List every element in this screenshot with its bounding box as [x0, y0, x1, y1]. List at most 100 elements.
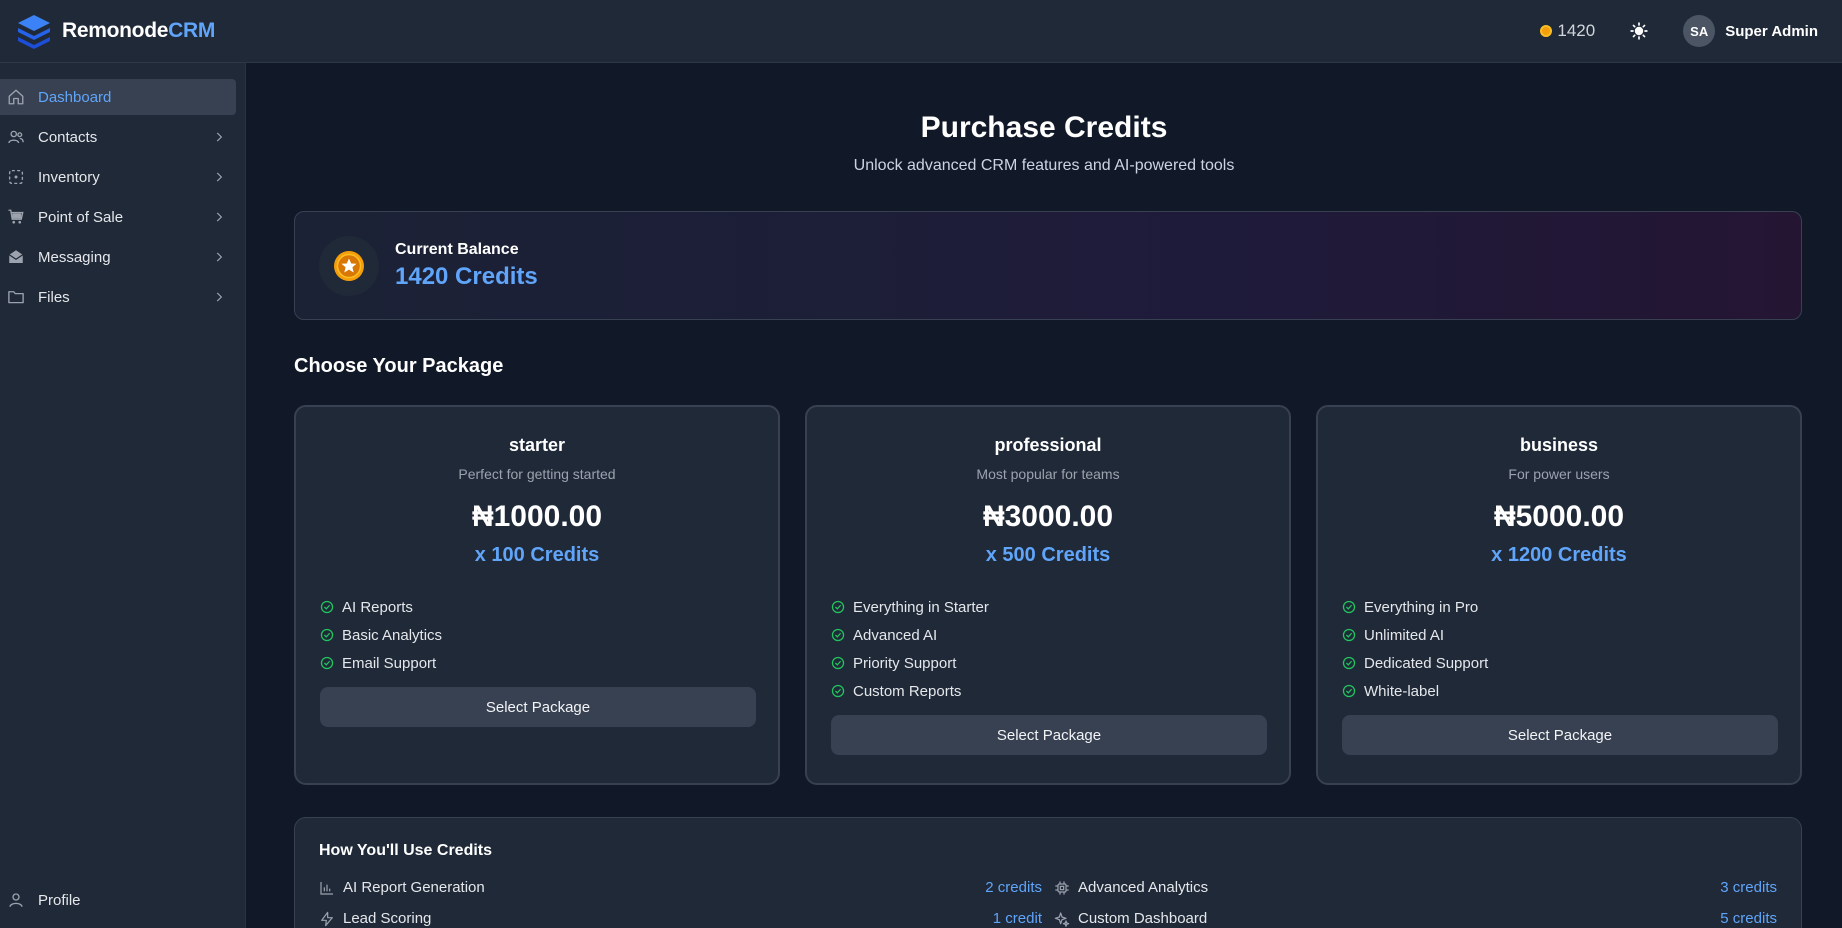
logo-icon: [18, 15, 50, 49]
feature-list: AI Reports Basic Analytics Email Support: [320, 593, 754, 677]
select-package-button-business[interactable]: Select Package: [1342, 715, 1778, 755]
sidebar-item-inventory[interactable]: Inventory: [0, 159, 236, 195]
check-circle-icon: [1342, 600, 1356, 614]
sidebar-item-label: Point of Sale: [38, 208, 124, 226]
sidebar-nav: Dashboard Contacts Inventory Point of Sa…: [0, 63, 245, 315]
feature-item: Basic Analytics: [320, 621, 754, 649]
chevron-right-icon: [216, 252, 223, 262]
feature-item: AI Reports: [320, 593, 754, 621]
usage-item: Custom Dashboard 5 credits: [1054, 903, 1777, 928]
balance-value: 1420 Credits: [395, 262, 538, 290]
check-circle-icon: [1342, 628, 1356, 642]
sidebar-item-files[interactable]: Files: [0, 279, 236, 315]
check-circle-icon: [831, 656, 845, 670]
check-circle-icon: [831, 628, 845, 642]
select-package-button-starter[interactable]: Select Package: [320, 687, 756, 727]
profile-label: Profile: [38, 891, 81, 909]
package-credits: x 500 Credits: [985, 544, 1111, 566]
package-card-starter: starter Perfect for getting started ₦100…: [294, 405, 780, 785]
sidebar-item-messaging[interactable]: Messaging: [0, 239, 236, 275]
user-icon: [9, 893, 23, 907]
user-menu[interactable]: SA Super Admin: [1683, 15, 1818, 47]
check-circle-icon: [1342, 684, 1356, 698]
feature-item: Everything in Starter: [831, 593, 1265, 621]
feature-item: Email Support: [320, 649, 754, 677]
usage-item: AI Report Generation 2 credits: [319, 872, 1042, 903]
chevron-right-icon: [216, 172, 223, 182]
package-price: ₦3000.00: [982, 500, 1114, 533]
package-card-business: business For power users ₦5000.00 x 1200…: [1316, 405, 1802, 785]
folder-icon: [8, 291, 24, 304]
sidebar-item-label: Messaging: [38, 248, 111, 266]
balance-label: Current Balance: [395, 240, 519, 258]
sparkle-icon: [1054, 911, 1070, 927]
sidebar-item-contacts[interactable]: Contacts: [0, 119, 236, 155]
sidebar-item-point-of-sale[interactable]: Point of Sale: [0, 199, 236, 235]
theme-toggle-button[interactable]: [1625, 17, 1653, 45]
page-subtitle: Unlock advanced CRM features and AI-powe…: [853, 157, 1235, 174]
page-title: Purchase Credits: [920, 111, 1168, 144]
packages-heading: Choose Your Package: [294, 355, 504, 377]
chevron-right-icon: [216, 292, 223, 302]
package-description: Most popular for teams: [976, 466, 1120, 482]
package-description: For power users: [1508, 466, 1610, 482]
avatar: SA: [1683, 15, 1716, 47]
check-circle-icon: [1342, 656, 1356, 670]
top-header: RemonodeCRM 1420 SA Super Admin: [0, 0, 1842, 63]
package-credits: x 100 Credits: [474, 544, 600, 566]
chip-icon: [1055, 880, 1069, 895]
package-price: ₦1000.00: [471, 500, 603, 533]
feature-item: White-label: [1342, 677, 1776, 705]
package-description: Perfect for getting started: [458, 466, 616, 482]
sidebar: Dashboard Contacts Inventory Point of Sa…: [0, 63, 246, 928]
package-card-professional: professional Most popular for teams ₦300…: [805, 405, 1291, 785]
usage-item: Lead Scoring 1 credit: [319, 903, 1042, 928]
bar-chart-icon: [320, 881, 333, 895]
coin-icon: [1540, 25, 1553, 37]
check-circle-icon: [320, 600, 334, 614]
check-circle-icon: [831, 684, 845, 698]
usage-title: How You'll Use Credits: [319, 842, 493, 859]
chevron-right-icon: [216, 132, 223, 142]
coin-star-icon: [334, 250, 364, 281]
user-name: Super Admin: [1725, 22, 1818, 40]
feature-item: Advanced AI: [831, 621, 1265, 649]
chevron-right-icon: [216, 212, 223, 222]
package-name: starter: [508, 435, 566, 455]
package-price: ₦5000.00: [1493, 500, 1625, 533]
feature-item: Dedicated Support: [1342, 649, 1776, 677]
feature-item: Custom Reports: [831, 677, 1265, 705]
credit-usage-card: How You'll Use Credits AI Report Generat…: [294, 817, 1802, 928]
check-circle-icon: [320, 656, 334, 670]
balance-card: Current Balance 1420 Credits: [294, 211, 1802, 320]
feature-list: Everything in Starter Advanced AI Priori…: [831, 593, 1265, 705]
users-icon: [8, 130, 24, 144]
sidebar-item-profile[interactable]: Profile: [0, 882, 246, 918]
brand[interactable]: RemonodeCRM: [14, 11, 215, 51]
sidebar-item-label: Inventory: [38, 168, 100, 186]
mail-icon: [8, 250, 24, 263]
usage-grid: AI Report Generation 2 credits Advanced …: [319, 872, 1777, 928]
sun-icon: [1630, 22, 1648, 40]
package-name: business: [1519, 435, 1599, 455]
cart-icon: [8, 209, 24, 224]
feature-item: Priority Support: [831, 649, 1265, 677]
sidebar-item-label: Contacts: [38, 128, 98, 146]
check-circle-icon: [831, 600, 845, 614]
package-credits: x 1200 Credits: [1491, 544, 1627, 566]
sidebar-item-dashboard[interactable]: Dashboard: [0, 79, 236, 115]
sidebar-item-label: Files: [38, 288, 70, 306]
select-package-button-professional[interactable]: Select Package: [831, 715, 1267, 755]
main-content: Purchase Credits Unlock advanced CRM fea…: [246, 63, 1842, 928]
feature-list: Everything in Pro Unlimited AI Dedicated…: [1342, 593, 1776, 705]
check-circle-icon: [320, 628, 334, 642]
box-icon: [8, 169, 24, 185]
credit-counter[interactable]: 1420: [1540, 21, 1595, 41]
coin-badge: [319, 235, 379, 296]
usage-item: Advanced Analytics 3 credits: [1054, 872, 1777, 903]
brand-name: RemonodeCRM: [62, 19, 216, 42]
credit-count: 1420: [1557, 21, 1596, 40]
package-name: professional: [994, 435, 1102, 455]
bolt-icon: [321, 911, 333, 926]
sidebar-item-label: Dashboard: [38, 88, 112, 106]
